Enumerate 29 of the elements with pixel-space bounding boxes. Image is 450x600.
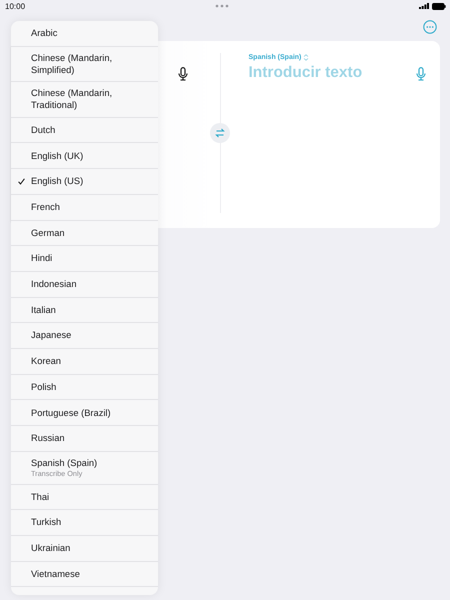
menu-item[interactable]: Chinese (Mandarin, Simplified) [11,46,158,82]
menu-item[interactable]: Portuguese (Brazil) [11,400,158,426]
menu-item[interactable]: Korean [11,348,158,375]
menu-item[interactable]: Hindi [11,246,158,272]
menu-item[interactable]: German [11,220,158,246]
menu-item[interactable]: English (US) [11,169,158,195]
menu-item[interactable]: Indonesian [11,272,158,298]
menu-item[interactable]: Dutch [11,118,158,144]
chevron-updown-icon[interactable] [303,54,310,60]
menu-item[interactable]: Russian [11,426,158,452]
signal-icon [419,3,429,9]
menu-item[interactable]: Japanese [11,323,158,349]
microphone-icon[interactable] [178,67,188,81]
menu-item[interactable]: Polish [11,374,158,400]
menu-item[interactable]: Turkish [11,510,158,536]
battery-icon [432,2,446,10]
swap-button[interactable] [210,123,230,143]
menu-item[interactable]: Italian [11,298,158,324]
menu-item[interactable]: Thai [11,484,158,510]
menu-item[interactable]: Vietnamese [11,562,158,588]
menu-item[interactable]: English (UK) [11,143,158,170]
multitasking-dots-icon[interactable] [215,4,230,8]
menu-item[interactable]: French [11,194,158,220]
status-time: 10:00 [5,2,26,10]
more-icon[interactable] [423,20,437,34]
menu-item[interactable]: Arabic [11,21,158,47]
menu-item[interactable]: Ukrainian [11,536,158,562]
text-input-field[interactable]: Introducir texto [248,64,398,82]
menu-item[interactable]: Chinese (Mandarin, Traditional) [11,82,158,118]
